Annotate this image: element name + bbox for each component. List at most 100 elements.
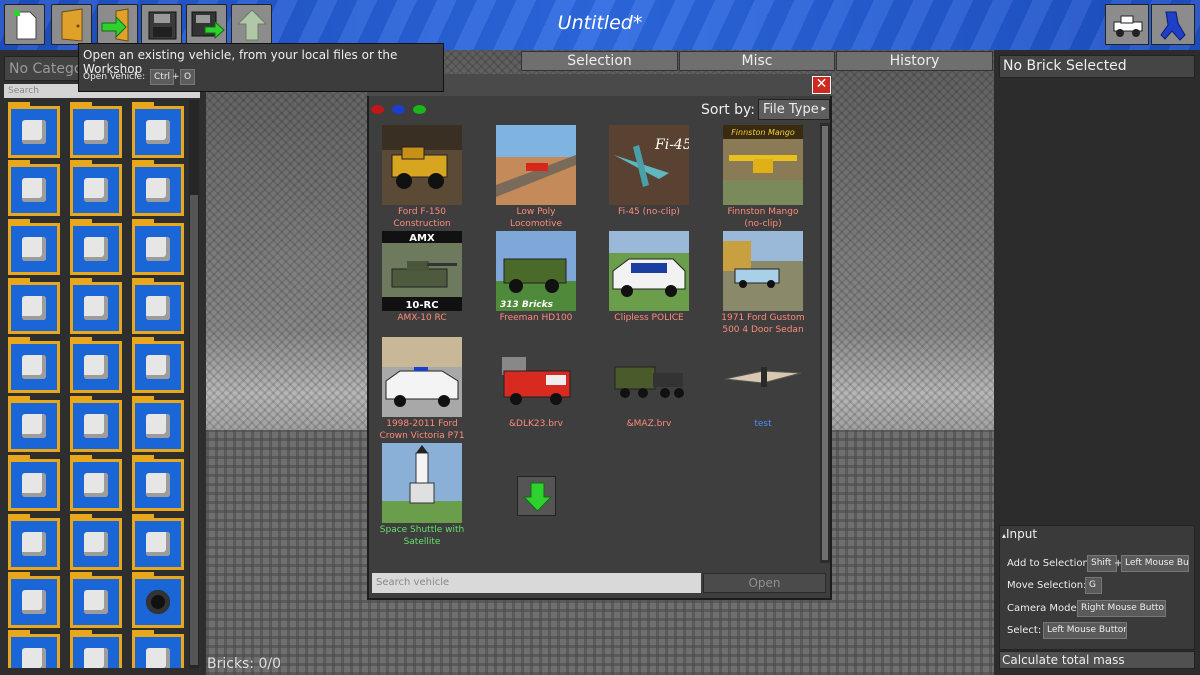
vehicle-label[interactable]: AMX-10 RC bbox=[366, 312, 478, 324]
brick-tile[interactable] bbox=[8, 219, 60, 275]
brick-tile[interactable] bbox=[132, 102, 184, 158]
close-dialog-button[interactable]: ✕ bbox=[812, 76, 831, 94]
scrollbar-thumb[interactable] bbox=[190, 195, 198, 665]
plus-sign: + bbox=[172, 72, 180, 82]
vehicle-thumbnail[interactable] bbox=[609, 337, 689, 417]
brick-tile[interactable] bbox=[70, 160, 122, 216]
brick-tile[interactable] bbox=[8, 278, 60, 334]
vehicle-thumbnail[interactable] bbox=[723, 231, 803, 311]
brick-tile[interactable] bbox=[132, 514, 184, 570]
window-title: Untitled* bbox=[557, 12, 643, 34]
brick-tile[interactable] bbox=[8, 572, 60, 628]
brick-tile[interactable] bbox=[70, 630, 122, 668]
sort-by-select[interactable]: File Type ▸ bbox=[758, 99, 830, 120]
tab-misc[interactable]: Misc bbox=[679, 51, 835, 71]
search-vehicle-input[interactable]: Search vehicle bbox=[372, 573, 701, 593]
vehicle-label[interactable]: &MAZ.brv bbox=[593, 418, 705, 430]
brick-preview-icon bbox=[22, 120, 46, 144]
tab-history[interactable]: History bbox=[836, 51, 993, 71]
brick-tile[interactable] bbox=[8, 102, 60, 158]
label-line: test bbox=[754, 419, 772, 429]
brick-tile[interactable] bbox=[70, 572, 122, 628]
vehicle-label[interactable]: Ford F-150 Construction bbox=[366, 206, 478, 230]
brick-tile[interactable] bbox=[132, 455, 184, 511]
vehicle-label[interactable]: Fi-45 (no-clip) bbox=[593, 206, 705, 218]
brick-tile[interactable] bbox=[70, 455, 122, 511]
vehicle-thumbnail[interactable]: AMX 10-RC bbox=[382, 231, 462, 311]
label-line: &DLK23.brv bbox=[509, 419, 563, 429]
label-line: Ford F-150 bbox=[397, 207, 447, 217]
brick-tile[interactable] bbox=[8, 514, 60, 570]
label-line: Crown Victoria P71 bbox=[379, 431, 465, 441]
brick-tile[interactable] bbox=[8, 337, 60, 393]
brick-tile[interactable] bbox=[70, 219, 122, 275]
vehicle-label[interactable]: 1971 Ford Gustom 500 4 Door Sedan bbox=[707, 312, 819, 336]
workshop-download-button[interactable] bbox=[517, 476, 556, 516]
brick-tile[interactable] bbox=[70, 278, 122, 334]
vehicle-thumbnail[interactable] bbox=[382, 443, 462, 523]
brick-tile[interactable] bbox=[8, 160, 60, 216]
label-line: Low Poly bbox=[516, 207, 556, 217]
label-line: Space Shuttle with bbox=[379, 525, 465, 535]
vehicle-thumbnail[interactable] bbox=[723, 337, 803, 417]
vehicle-label[interactable]: Low Poly Locomotive bbox=[480, 206, 592, 230]
vehicle-label[interactable]: &DLK23.brv bbox=[480, 418, 592, 430]
vehicle-label[interactable]: Clipless POLICE bbox=[593, 312, 705, 324]
brick-tile[interactable] bbox=[70, 337, 122, 393]
camera-mode-label: Camera Mode: bbox=[1007, 603, 1081, 614]
vehicle-mode-button[interactable] bbox=[1105, 4, 1149, 45]
brick-tile[interactable] bbox=[70, 102, 122, 158]
open-button[interactable]: Open bbox=[703, 573, 826, 593]
label-line: Locomotive bbox=[510, 219, 562, 229]
brick-tile[interactable] bbox=[132, 219, 184, 275]
red-filter-icon[interactable] bbox=[371, 105, 384, 114]
fi45-thumb-text: Fi-45 bbox=[654, 137, 689, 153]
brick-preview-icon bbox=[84, 473, 108, 497]
brick-preview-icon bbox=[22, 648, 46, 668]
select-label: Select: bbox=[1007, 625, 1042, 636]
brick-tile[interactable] bbox=[8, 396, 60, 452]
vehicle-list-scrollbar[interactable] bbox=[820, 123, 830, 563]
vehicle-thumbnail[interactable] bbox=[496, 337, 576, 417]
brick-tile[interactable] bbox=[132, 396, 184, 452]
vehicle-icon bbox=[1113, 15, 1143, 37]
blue-filter-icon[interactable] bbox=[392, 105, 405, 114]
brick-preview-icon bbox=[84, 414, 108, 438]
vehicle-thumbnail[interactable] bbox=[382, 337, 462, 417]
brick-preview-icon bbox=[84, 120, 108, 144]
sort-by-label: Sort by: bbox=[701, 102, 756, 118]
vehicle-thumbnail[interactable]: Finnston Mango bbox=[723, 125, 803, 205]
brick-tile[interactable] bbox=[132, 278, 184, 334]
character-mode-button[interactable] bbox=[1151, 4, 1195, 45]
vehicle-label[interactable]: test bbox=[707, 418, 819, 430]
green-filter-icon[interactable] bbox=[413, 105, 426, 114]
vehicle-label[interactable]: Finnston Mango (no-clip) bbox=[707, 206, 819, 230]
brick-tile[interactable] bbox=[132, 160, 184, 216]
brick-tile[interactable] bbox=[70, 396, 122, 452]
brick-tile[interactable] bbox=[132, 572, 184, 628]
brick-palette-scrollbar[interactable] bbox=[189, 100, 199, 668]
vehicle-label[interactable]: Freeman HD100 bbox=[480, 312, 592, 324]
brick-tile[interactable] bbox=[132, 337, 184, 393]
tab-selection[interactable]: Selection bbox=[521, 51, 678, 71]
vehicle-label[interactable]: Space Shuttle with Satellite bbox=[366, 524, 478, 548]
vehicle-thumbnail[interactable] bbox=[609, 231, 689, 311]
brick-preview-icon bbox=[146, 237, 170, 261]
scrollbar-thumb[interactable] bbox=[822, 126, 828, 560]
vehicle-label[interactable]: 1998-2011 Ford Crown Victoria P71 bbox=[366, 418, 478, 442]
label-line: 500 4 Door Sedan bbox=[722, 325, 804, 335]
brick-preview-icon bbox=[22, 355, 46, 379]
brick-tile[interactable] bbox=[8, 455, 60, 511]
label-line: Satellite bbox=[403, 537, 441, 547]
brick-tile[interactable] bbox=[8, 630, 60, 668]
brick-tile[interactable] bbox=[132, 630, 184, 668]
vehicle-thumbnail[interactable]: 313 Bricks bbox=[496, 231, 576, 311]
label-line: Fi-45 (no-clip) bbox=[618, 207, 680, 217]
input-header[interactable]: ▴Input bbox=[1002, 527, 1037, 541]
brick-tile[interactable] bbox=[70, 514, 122, 570]
vehicle-thumbnail[interactable]: Fi-45 bbox=[609, 125, 689, 205]
vehicle-thumbnail[interactable] bbox=[496, 125, 576, 205]
calculate-mass-button[interactable]: Calculate total mass bbox=[999, 651, 1195, 669]
vehicle-thumbnail[interactable] bbox=[382, 125, 462, 205]
label-line: Freeman HD100 bbox=[499, 313, 573, 323]
